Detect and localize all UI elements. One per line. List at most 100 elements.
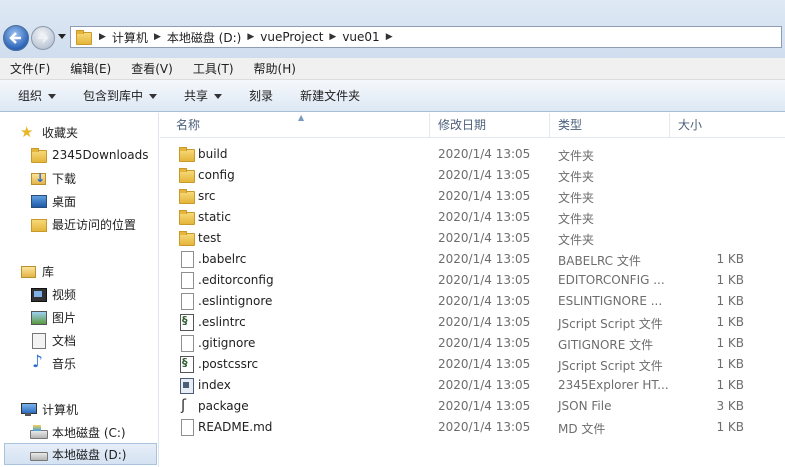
new-folder-button[interactable]: 新建文件夹 xyxy=(291,87,369,104)
table-row[interactable]: README.md 2020/1/4 13:05 MD 文件 1 KB xyxy=(160,417,785,438)
breadcrumb-computer[interactable]: 计算机 xyxy=(112,29,148,46)
file-name-cell: .eslintrc xyxy=(178,314,246,331)
file-name: package xyxy=(198,399,249,413)
command-bar: 组织 包含到库中 共享 刻录 新建文件夹 xyxy=(0,80,785,112)
recent-places-icon xyxy=(30,216,47,232)
file-type: 文件夹 xyxy=(558,212,595,226)
video-icon xyxy=(30,286,47,302)
script-icon xyxy=(178,314,194,331)
file-size: 1 KB xyxy=(716,420,744,434)
column-modified[interactable]: 修改日期 xyxy=(430,113,550,138)
computer-icon xyxy=(20,401,37,417)
nav-item-label: 最近访问的位置 xyxy=(52,217,137,232)
table-row[interactable]: .postcssrc 2020/1/4 13:05 JScript Script 文… xyxy=(160,354,785,375)
chevron-down-icon xyxy=(48,94,57,99)
breadcrumb-vue01[interactable]: vue01 xyxy=(342,30,379,44)
file-type: BABELRC 文件 xyxy=(558,254,641,268)
nav-item-music[interactable]: 音乐 xyxy=(30,352,76,374)
nav-item-drive-c[interactable]: 本地磁盘 (C:) xyxy=(30,421,126,443)
file-name-cell: .gitignore xyxy=(178,335,255,352)
file-type: 文件夹 xyxy=(558,149,595,163)
file-modified: 2020/1/4 13:05 xyxy=(438,357,531,371)
folder-icon xyxy=(178,167,195,183)
table-row[interactable]: test 2020/1/4 13:05 文件夹 xyxy=(160,228,785,249)
json-icon xyxy=(178,396,194,414)
html-icon xyxy=(178,377,194,394)
chevron-right-icon: ▶ xyxy=(247,32,255,42)
nav-item-downloads[interactable]: 下载 xyxy=(30,167,76,189)
nav-favorites[interactable]: 收藏夹 xyxy=(20,121,78,143)
organize-button[interactable]: 组织 xyxy=(9,87,65,104)
nav-item-recent-places[interactable]: 最近访问的位置 xyxy=(30,213,136,235)
menu-edit[interactable]: 编辑(E) xyxy=(60,60,121,77)
file-size: 1 KB xyxy=(716,336,744,350)
include-in-library-button[interactable]: 包含到库中 xyxy=(74,87,166,104)
file-modified: 2020/1/4 13:05 xyxy=(438,420,531,434)
menu-file[interactable]: 文件(F) xyxy=(0,60,60,77)
arrow-left-icon xyxy=(9,32,21,44)
column-size[interactable]: 大小 xyxy=(670,113,780,138)
nav-item-desktop[interactable]: 桌面 xyxy=(30,190,76,212)
table-row[interactable]: static 2020/1/4 13:05 文件夹 xyxy=(160,207,785,228)
breadcrumb-vueproject[interactable]: vueProject xyxy=(260,30,323,44)
forward-button[interactable] xyxy=(31,26,55,50)
column-name[interactable]: 名称 xyxy=(168,113,430,138)
file-name-cell: .editorconfig xyxy=(178,272,274,289)
table-row[interactable]: build 2020/1/4 13:05 文件夹 xyxy=(160,144,785,165)
nav-item-2345downloads[interactable]: 2345Downloads xyxy=(30,144,148,166)
file-modified: 2020/1/4 13:05 xyxy=(438,378,531,392)
file-modified: 2020/1/4 13:05 xyxy=(438,294,531,308)
table-row[interactable]: config 2020/1/4 13:05 文件夹 xyxy=(160,165,785,186)
file-name-cell: package xyxy=(178,396,249,414)
share-button[interactable]: 共享 xyxy=(175,87,231,104)
breadcrumb-drive-d[interactable]: 本地磁盘 (D:) xyxy=(167,29,241,46)
nav-libraries[interactable]: 库 xyxy=(20,260,54,282)
table-row[interactable]: .editorconfig 2020/1/4 13:05 EDITORCONFIG … xyxy=(160,270,785,291)
menu-tools[interactable]: 工具(T) xyxy=(183,60,244,77)
file-name: config xyxy=(198,168,235,182)
table-row[interactable]: .eslintrc 2020/1/4 13:05 JScript Script 文件… xyxy=(160,312,785,333)
chevron-right-icon: ▶ xyxy=(329,32,337,42)
nav-item-pictures[interactable]: 图片 xyxy=(30,306,76,328)
navigation-pane: 收藏夹 2345Downloads 下载 桌面 最近访问的位置 库 视频 图片 … xyxy=(0,113,159,467)
folder-icon xyxy=(30,147,47,163)
burn-button[interactable]: 刻录 xyxy=(240,87,282,104)
table-row[interactable]: src 2020/1/4 13:05 文件夹 xyxy=(160,186,785,207)
table-row[interactable]: package 2020/1/4 13:05 JSON File 3 KB xyxy=(160,396,785,417)
file-modified: 2020/1/4 13:05 xyxy=(438,168,531,182)
table-row[interactable]: .eslintignore 2020/1/4 13:05 ESLINTIGNORE … xyxy=(160,291,785,312)
file-name-cell: build xyxy=(178,146,228,162)
menu-view[interactable]: 查看(V) xyxy=(121,60,183,77)
file-size: 1 KB xyxy=(716,294,744,308)
download-folder-icon xyxy=(30,170,46,186)
nav-item-label: 本地磁盘 (C:) xyxy=(52,425,126,440)
nav-item-label: 桌面 xyxy=(52,194,77,209)
chevron-right-icon: ▶ xyxy=(153,32,161,42)
file-name: .editorconfig xyxy=(198,273,274,287)
folder-icon xyxy=(178,209,195,225)
star-icon xyxy=(20,123,36,141)
table-row[interactable]: .gitignore 2020/1/4 13:05 GITIGNORE 文件 1 KB xyxy=(160,333,785,354)
nav-computer-label: 计算机 xyxy=(42,402,79,417)
column-type[interactable]: 类型 xyxy=(550,113,670,138)
chevron-down-icon xyxy=(149,94,158,99)
file-size: 1 KB xyxy=(716,252,744,266)
file-icon xyxy=(178,335,194,352)
folder-icon xyxy=(178,188,195,204)
back-button[interactable] xyxy=(3,25,29,51)
file-modified: 2020/1/4 13:05 xyxy=(438,252,531,266)
file-modified: 2020/1/4 13:05 xyxy=(438,315,531,329)
file-type: 文件夹 xyxy=(558,233,595,247)
nav-item-drive-d[interactable]: 本地磁盘 (D:) xyxy=(4,443,157,465)
address-bar[interactable]: ▶ 计算机 ▶ 本地磁盘 (D:) ▶ vueProject ▶ vue01 ▶ xyxy=(70,26,782,48)
file-type: 文件夹 xyxy=(558,170,595,184)
menu-help[interactable]: 帮助(H) xyxy=(244,60,306,77)
file-size: 1 KB xyxy=(716,273,744,287)
table-row[interactable]: index 2020/1/4 13:05 2345Explorer HT... 1 K… xyxy=(160,375,785,396)
nav-computer[interactable]: 计算机 xyxy=(20,398,78,420)
nav-item-documents[interactable]: 文档 xyxy=(30,329,76,351)
nav-item-videos[interactable]: 视频 xyxy=(30,283,76,305)
nav-libraries-label: 库 xyxy=(42,264,55,279)
table-row[interactable]: .babelrc 2020/1/4 13:05 BABELRC 文件 1 KB xyxy=(160,249,785,270)
folder-icon xyxy=(178,146,195,162)
